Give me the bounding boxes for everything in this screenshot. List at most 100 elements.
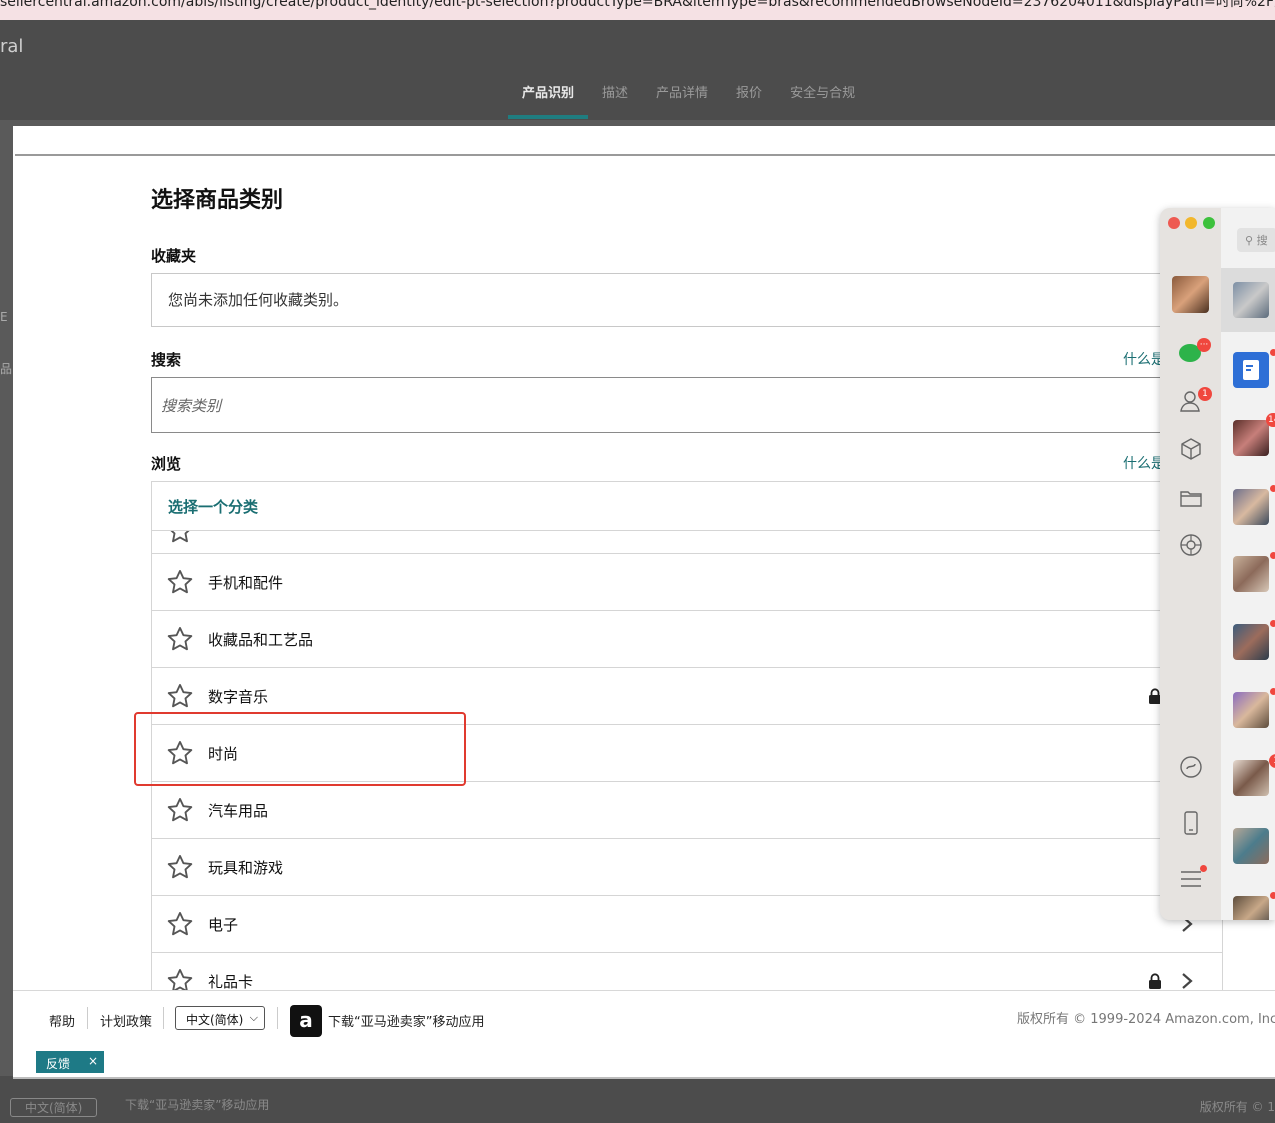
unread-dot [1270, 620, 1275, 627]
bg-tab-offer: 报价 [736, 86, 763, 101]
star-icon[interactable] [166, 568, 194, 596]
contacts-badge: 1 [1198, 387, 1212, 401]
bg-tab-product-identity: 产品识别 [508, 78, 589, 119]
cube-icon[interactable] [1178, 436, 1204, 462]
modal-divider [15, 154, 1275, 156]
category-label: 手机和配件 [208, 574, 284, 592]
feedback-button[interactable]: 反馈 × [36, 1051, 104, 1073]
policy-link[interactable]: 计划政策 [100, 1011, 152, 1030]
footer-divider [13, 1077, 1275, 1079]
search-input[interactable]: ⚲ 搜 [1237, 228, 1275, 252]
menu-notification-dot [1200, 865, 1207, 872]
unread-dot [1270, 552, 1275, 559]
chat-item-group[interactable] [1233, 896, 1269, 920]
folder-icon[interactable] [1178, 485, 1204, 511]
footer-divider [277, 1007, 278, 1029]
category-row[interactable]: 汽车用品 [152, 782, 1222, 839]
chevron-right-icon[interactable] [1180, 972, 1194, 990]
category-label: 玩具和游戏 [208, 859, 284, 877]
star-icon[interactable] [166, 682, 194, 710]
window-maximize-button[interactable] [1203, 217, 1215, 229]
favorites-label: 收藏夹 [151, 247, 197, 265]
help-link[interactable]: 帮助 [49, 1011, 75, 1030]
background-tabs: 产品识别 描述 产品详情 报价 安全与合规 [508, 78, 869, 119]
category-label: 数字音乐 [208, 688, 269, 706]
window-minimize-button[interactable] [1185, 217, 1197, 229]
background-side-text: 品 [0, 362, 13, 376]
star-icon[interactable] [166, 531, 194, 545]
lock-icon [1149, 973, 1161, 989]
category-row[interactable]: 收藏品和工艺品 [152, 611, 1222, 668]
browse-help-link[interactable]: 什么是 [1123, 453, 1165, 473]
chat-item-contact[interactable] [1233, 420, 1269, 456]
category-row[interactable]: 玩具和游戏 [152, 839, 1222, 896]
unread-dot [1270, 349, 1275, 356]
chevron-down-icon: ⌵ [249, 1011, 258, 1024]
copyright-text: 版权所有 © 1999-2024 Amazon.com, Inc. 或 [1017, 1012, 1275, 1027]
footer-divider [87, 1007, 88, 1029]
background-logo: ral [0, 36, 24, 57]
chat-item-group[interactable] [1233, 556, 1269, 592]
chat-item-group[interactable] [1233, 828, 1269, 864]
language-select[interactable]: 中文(简体) ⌵ [175, 1006, 265, 1030]
document-icon [1243, 360, 1259, 380]
background-footer: 中文(简体) 下载“亚马逊卖家”移动应用 版权所有 © 1 [0, 1076, 1275, 1123]
chats-badge: ··· [1197, 338, 1211, 352]
annotation-highlight-box [134, 712, 466, 786]
star-icon[interactable] [166, 796, 194, 824]
category-label: 汽车用品 [208, 802, 269, 820]
bg-language-select: 中文(简体) [10, 1098, 98, 1117]
chat-app-window: ··· 1 ⚲ 搜 14 1 [1160, 208, 1275, 920]
unread-dot [1270, 688, 1275, 695]
chat-sidebar: ··· 1 [1160, 208, 1221, 920]
category-row[interactable]: 电子 [152, 896, 1222, 953]
category-label: 礼品卡 [208, 973, 254, 991]
category-row[interactable]: 手机和配件 [152, 554, 1222, 611]
browse-label: 浏览 [151, 455, 182, 473]
category-list-header: 选择一个分类 [152, 482, 1222, 531]
modal-footer: 帮助 计划政策 中文(简体) ⌵ a 下载“亚马逊卖家”移动应用 版权所有 © … [13, 990, 1275, 1079]
language-select-value: 中文(简体) [186, 1013, 244, 1027]
footer-divider [163, 1007, 164, 1029]
phone-icon[interactable] [1178, 810, 1204, 836]
chat-item-document[interactable] [1233, 352, 1269, 388]
mobile-app-link[interactable]: 下载“亚马逊卖家”移动应用 [328, 1011, 484, 1030]
amazon-app-icon[interactable]: a [290, 1005, 322, 1037]
unread-badge: 14 [1266, 413, 1275, 427]
bg-app-link: 下载“亚马逊卖家”移动应用 [125, 1098, 270, 1112]
search-label: 搜索 [151, 351, 182, 369]
unread-dot [1270, 485, 1275, 492]
close-icon[interactable]: × [88, 1054, 98, 1068]
chat-item-group[interactable] [1233, 624, 1269, 660]
star-icon[interactable] [166, 625, 194, 653]
window-close-button[interactable] [1168, 217, 1180, 229]
star-icon[interactable] [166, 853, 194, 881]
search-icon: ⚲ [1245, 234, 1254, 247]
mini-program-icon[interactable] [1178, 754, 1204, 780]
unread-badge: 1 [1269, 754, 1275, 768]
address-bar[interactable]: sellercentral.amazon.com/abis/listing/cr… [0, 0, 1275, 20]
star-icon[interactable] [166, 910, 194, 938]
bg-tab-safety: 安全与合规 [790, 86, 856, 101]
favorites-box: 您尚未添加任何收藏类别。 [151, 273, 1221, 327]
chat-item-group[interactable] [1233, 282, 1269, 318]
list-item[interactable] [152, 531, 1222, 554]
bg-tab-product-details: 产品详情 [656, 86, 709, 101]
bg-tab-description: 描述 [602, 86, 629, 101]
chat-item-group[interactable] [1233, 692, 1269, 728]
page-title: 选择商品类别 [151, 188, 284, 213]
category-label: 收藏品和工艺品 [208, 631, 314, 649]
search-input[interactable]: 搜索类别 [151, 377, 1221, 433]
category-modal: 选择商品类别 收藏夹 您尚未添加任何收藏类别。 搜索 什么是 搜索类别 浏览 什… [13, 126, 1275, 1079]
moments-icon[interactable] [1178, 532, 1204, 558]
url-text: sellercentral.amazon.com/abis/listing/cr… [0, 0, 1275, 10]
unread-dot [1270, 892, 1275, 899]
search-placeholder: 搜 [1256, 234, 1268, 247]
chat-item-contact[interactable] [1233, 760, 1269, 796]
background-header: ral 产品识别 描述 产品详情 报价 安全与合规 [0, 20, 1275, 120]
chat-item-group[interactable] [1233, 489, 1269, 525]
search-help-link[interactable]: 什么是 [1123, 349, 1165, 369]
avatar[interactable] [1172, 276, 1209, 313]
category-label: 电子 [208, 916, 239, 934]
feedback-label: 反馈 [46, 1057, 71, 1071]
